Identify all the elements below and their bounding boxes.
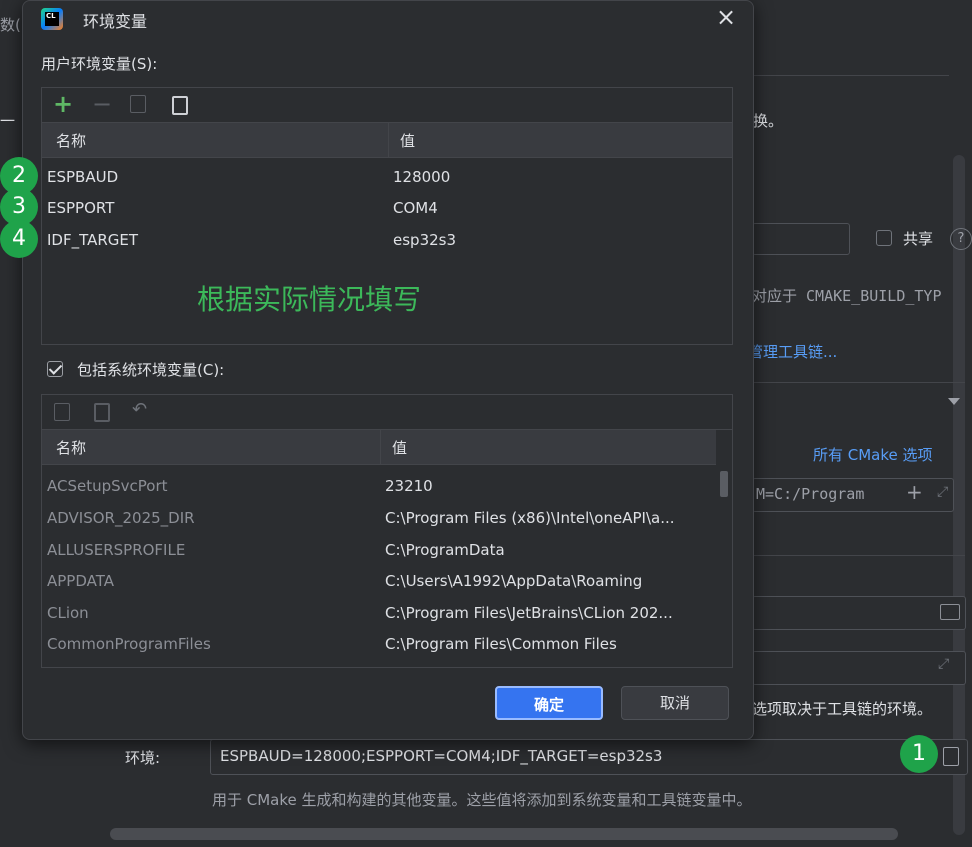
system-variables-panel: ↶ 名称 值 ACSetupSvcPort 23210 ADVISOR_2025…	[41, 394, 733, 668]
ok-button[interactable]: 确定	[495, 686, 603, 720]
edit-env-icon[interactable]	[943, 747, 959, 766]
table-row[interactable]: CLion C:\Program Files\JetBrains\CLion 2…	[42, 598, 716, 629]
folder-icon[interactable]	[940, 604, 960, 620]
name-field[interactable]	[752, 223, 850, 255]
build-options-field[interactable]	[752, 651, 966, 685]
undo-icon[interactable]: ↶	[132, 399, 147, 420]
variable-name: ALLUSERSPROFILE	[47, 541, 186, 559]
column-name-header: 名称	[56, 132, 87, 150]
copy-icon[interactable]	[54, 403, 70, 421]
variable-name: IDF_TARGET	[47, 231, 139, 249]
background-partial-text-left: 一	[0, 112, 16, 130]
column-value-header: 值	[400, 132, 416, 150]
horizontal-scrollbar[interactable]	[110, 828, 898, 840]
annotation-badge: 4	[0, 220, 38, 258]
variable-name: ADVISOR_2025_DIR	[47, 509, 195, 527]
include-system-label: 包括系统环境变量(C):	[77, 361, 225, 379]
close-icon[interactable]: ×	[716, 3, 736, 31]
share-label: 共享	[903, 230, 934, 248]
system-table-header: 名称 值	[42, 430, 716, 465]
add-icon[interactable]: +	[53, 90, 73, 118]
build-type-hint: 对应于 CMAKE_BUILD_TYP	[752, 287, 942, 305]
annotation-badge: 1	[900, 735, 938, 773]
scrollbar[interactable]	[953, 155, 965, 835]
column-value-header: 值	[392, 439, 408, 457]
variable-value: C:\Program Files\Common Files	[385, 635, 617, 653]
dialog-title: 环境变量	[83, 12, 148, 31]
variable-name: APPDATA	[47, 572, 114, 590]
background-partial-text: 数(	[0, 16, 21, 34]
table-row[interactable]: APPDATA C:\Users\A1992\AppData\Roaming	[42, 566, 716, 597]
cancel-button[interactable]: 取消	[621, 686, 729, 720]
variable-value: C:\Users\A1992\AppData\Roaming	[385, 572, 643, 590]
remove-icon[interactable]: −	[92, 90, 112, 118]
variable-value: C:\Program Files\JetBrains\CLion 202...	[385, 604, 673, 622]
variable-value: 23210	[385, 477, 433, 495]
column-name-header: 名称	[56, 439, 87, 457]
help-icon[interactable]: ?	[950, 228, 972, 250]
table-row[interactable]: ESPPORT COM4	[42, 193, 732, 224]
divider	[753, 555, 965, 556]
scrollbar-thumb[interactable]	[720, 471, 728, 497]
variable-name: CLion	[47, 604, 89, 622]
include-system-checkbox[interactable]	[47, 361, 63, 377]
variable-name: CommonProgramFiles	[47, 635, 211, 653]
variable-value: 128000	[393, 168, 451, 186]
copy-icon[interactable]	[130, 95, 146, 113]
table-row[interactable]: ALLUSERSPROFILE C:\ProgramData	[42, 535, 716, 566]
column-divider	[380, 430, 381, 464]
table-row[interactable]: IDF_TARGET esp32s3	[42, 225, 732, 256]
share-checkbox[interactable]	[876, 230, 892, 246]
table-row[interactable]: ADVISOR_2025_DIR C:\Program Files (x86)\…	[42, 503, 716, 534]
clion-logo-icon: CL	[41, 8, 63, 30]
system-toolbar: ↶	[42, 395, 732, 430]
toolchain-env-hint: 选项取决于工具链的环境。	[752, 700, 933, 718]
paste-icon[interactable]	[172, 96, 188, 115]
chevron-down-icon[interactable]	[948, 398, 960, 405]
environment-variables-dialog: CL 环境变量 × 用户环境变量(S): + − 名称 值 ESPBAUD 12…	[22, 0, 754, 740]
user-variables-panel: + − 名称 值 ESPBAUD 128000 ESPPORT COM4 IDF…	[41, 87, 733, 345]
env-hint: 用于 CMake 生成和构建的其他变量。这些值将添加到系统变量和工具链变量中。	[212, 791, 752, 809]
annotation-text: 根据实际情况填写	[197, 283, 422, 316]
column-divider	[388, 123, 389, 157]
cmake-options-value: M=C:/Program	[756, 485, 865, 503]
variable-value: C:\ProgramData	[385, 541, 505, 559]
variable-value: esp32s3	[393, 231, 457, 249]
variable-name: ESPPORT	[47, 199, 115, 217]
divider	[753, 75, 949, 76]
scrollbar-track	[718, 467, 730, 667]
build-dir-field[interactable]	[752, 596, 966, 630]
expand-icon[interactable]: ⤢	[938, 656, 949, 672]
divider	[753, 382, 965, 383]
all-cmake-options-link[interactable]: 所有 CMake 选项	[813, 444, 933, 465]
add-icon[interactable]: +	[906, 480, 923, 504]
variable-name: ESPBAUD	[47, 168, 119, 186]
variable-value: C:\Program Files (x86)\Intel\oneAPI\a...	[385, 509, 675, 527]
user-section-label: 用户环境变量(S):	[41, 55, 158, 73]
table-row[interactable]: CommonProgramFiles C:\Program Files\Comm…	[42, 629, 716, 660]
paste-icon[interactable]	[94, 403, 110, 422]
variable-value: COM4	[393, 199, 438, 217]
background-partial-text-right: 换。	[753, 112, 784, 130]
env-label: 环境:	[125, 749, 161, 767]
user-toolbar: + −	[42, 88, 732, 123]
table-row[interactable]: ACSetupSvcPort 23210	[42, 471, 716, 502]
table-row[interactable]: ESPBAUD 128000	[42, 162, 732, 193]
user-table-header: 名称 值	[42, 123, 732, 158]
expand-icon[interactable]: ⤢	[937, 484, 948, 500]
manage-toolchains-link[interactable]: 管理工具链...	[748, 341, 837, 362]
env-value: ESPBAUD=128000;ESPPORT=COM4;IDF_TARGET=e…	[220, 747, 663, 765]
variable-name: ACSetupSvcPort	[47, 477, 168, 495]
